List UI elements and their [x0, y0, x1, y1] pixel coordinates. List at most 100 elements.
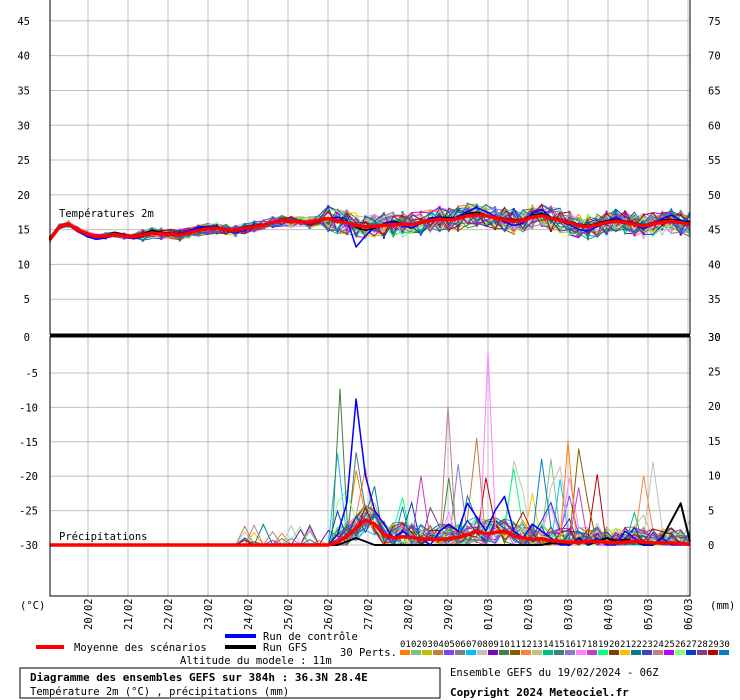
pert-swatch-25	[664, 650, 674, 655]
temp-right-tick: 55	[708, 155, 721, 167]
member-temp-point	[605, 213, 608, 216]
member-temp-point	[401, 230, 404, 233]
member-temp-point	[364, 219, 367, 222]
pert-number-02: 02	[411, 640, 422, 650]
pert-number-29: 29	[708, 640, 719, 650]
member-temp-point	[382, 233, 385, 236]
member-temp-point	[364, 221, 367, 224]
member-temp-point	[457, 228, 460, 230]
date-tick-label: 04/03	[603, 598, 615, 630]
member-temp-point	[531, 208, 534, 211]
pert-number-09: 09	[488, 640, 499, 650]
pert-swatch-29	[708, 650, 718, 655]
precip-right-tick: 25	[708, 366, 721, 378]
precip-right-tick: 15	[708, 436, 721, 448]
temp-left-tick: 25	[17, 155, 30, 167]
pert-swatch-21	[620, 650, 630, 655]
pert-number-26: 26	[675, 640, 686, 650]
member-temp-point	[364, 215, 367, 218]
pert-number-14: 14	[543, 640, 554, 650]
member-temp-point	[420, 213, 422, 216]
member-temp-point	[568, 216, 571, 219]
pert-number-10: 10	[499, 640, 510, 650]
temp-left-tick: 10	[17, 259, 30, 271]
pert-number-20: 20	[609, 640, 620, 650]
pert-number-21: 21	[620, 640, 631, 650]
temp-left-tick: 35	[17, 85, 30, 97]
member-temp-point	[457, 224, 460, 227]
temp-right-tick: 40	[708, 259, 721, 271]
chart-title: Diagramme des ensembles GEFS sur 384h : …	[30, 671, 368, 684]
member-temp-point	[401, 235, 404, 237]
date-tick-label: 23/02	[203, 598, 215, 630]
pert-swatch-23	[642, 650, 652, 655]
member-temp-point	[494, 209, 497, 212]
member-temp-point	[549, 221, 552, 224]
pert-number-24: 24	[653, 640, 664, 650]
pert-number-13: 13	[532, 640, 543, 650]
member-temp-point	[438, 205, 441, 208]
member-temp-point	[624, 215, 627, 218]
member-temp-point	[457, 229, 460, 232]
date-tick-label: 05/03	[643, 598, 655, 630]
copyright: Copyright 2024 Meteociel.fr	[450, 686, 629, 699]
chart-subtitle: Température 2m (°C) , précipitations (mm…	[30, 686, 289, 698]
pert-swatch-03	[422, 650, 432, 655]
right-unit-label: (mm)	[710, 600, 735, 612]
member-temp-point	[642, 221, 645, 224]
member-temp-point	[679, 230, 682, 233]
precip-right-tick: 20	[708, 401, 721, 413]
temp-right-tick: 35	[708, 294, 721, 306]
member-temp-point	[475, 222, 478, 225]
member-temp-point	[438, 226, 441, 229]
member-temp-point	[327, 222, 330, 225]
pert-number-30: 30	[719, 640, 730, 650]
pert-number-05: 05	[444, 640, 455, 650]
date-tick-label: 06/03	[683, 598, 695, 630]
temp-left-tick: 15	[17, 225, 30, 237]
member-temp-point	[679, 233, 682, 235]
member-temp-point	[253, 229, 256, 232]
gefs-ensemble-chart: 20/02 21/02 22/02 23/02 24/02 25/02 26/02 27/02…	[0, 0, 740, 700]
member-temp-point	[216, 222, 218, 225]
date-tick-label: 24/02	[243, 598, 255, 630]
date-tick-label: 25/02	[283, 598, 295, 630]
pert-swatch-08	[477, 650, 487, 655]
member-temp-point	[587, 220, 589, 222]
pert-number-11: 11	[510, 640, 521, 650]
precip-right-tick: 0	[708, 540, 714, 552]
member-temp-point	[642, 237, 645, 240]
member-temp-point	[549, 229, 552, 232]
pert-number-28: 28	[697, 640, 708, 650]
member-temp-point	[642, 217, 645, 220]
date-tick-label: 01/03	[483, 598, 495, 630]
precip-left-tick: -25	[19, 506, 38, 518]
pert-swatch-07	[466, 650, 476, 655]
member-temp-point	[345, 212, 348, 215]
member-temp-point	[661, 224, 664, 227]
pert-number-23: 23	[642, 640, 653, 650]
temp-left-tick: 5	[24, 294, 30, 306]
member-temp-point	[661, 233, 664, 236]
date-tick-label: 22/02	[163, 598, 175, 630]
temp-right-tick: 75	[708, 16, 721, 28]
pert-swatch-06	[455, 650, 465, 655]
pert-swatch-20	[609, 650, 619, 655]
member-temp-point	[549, 208, 552, 211]
pert-number-17: 17	[576, 640, 587, 650]
member-temp-point	[587, 237, 589, 240]
precip-left-tick: -5	[25, 368, 38, 380]
legend-gfs-label: Run GFS	[263, 642, 307, 654]
legend-perts-label: 30 Perts.	[340, 647, 397, 659]
member-temp-point	[475, 219, 478, 221]
pert-swatch-14	[543, 650, 553, 655]
precip-right-tick: 5	[708, 505, 714, 517]
precipitation-panel-label: Précipitations	[59, 531, 148, 543]
temp-right-tick: 60	[708, 120, 721, 132]
pert-number-25: 25	[664, 640, 675, 650]
date-tick-label: 02/03	[523, 598, 535, 630]
pert-number-04: 04	[433, 640, 444, 650]
date-tick-label: 29/02	[443, 598, 455, 630]
member-temp-point	[382, 236, 385, 239]
member-temp-point	[327, 224, 330, 227]
